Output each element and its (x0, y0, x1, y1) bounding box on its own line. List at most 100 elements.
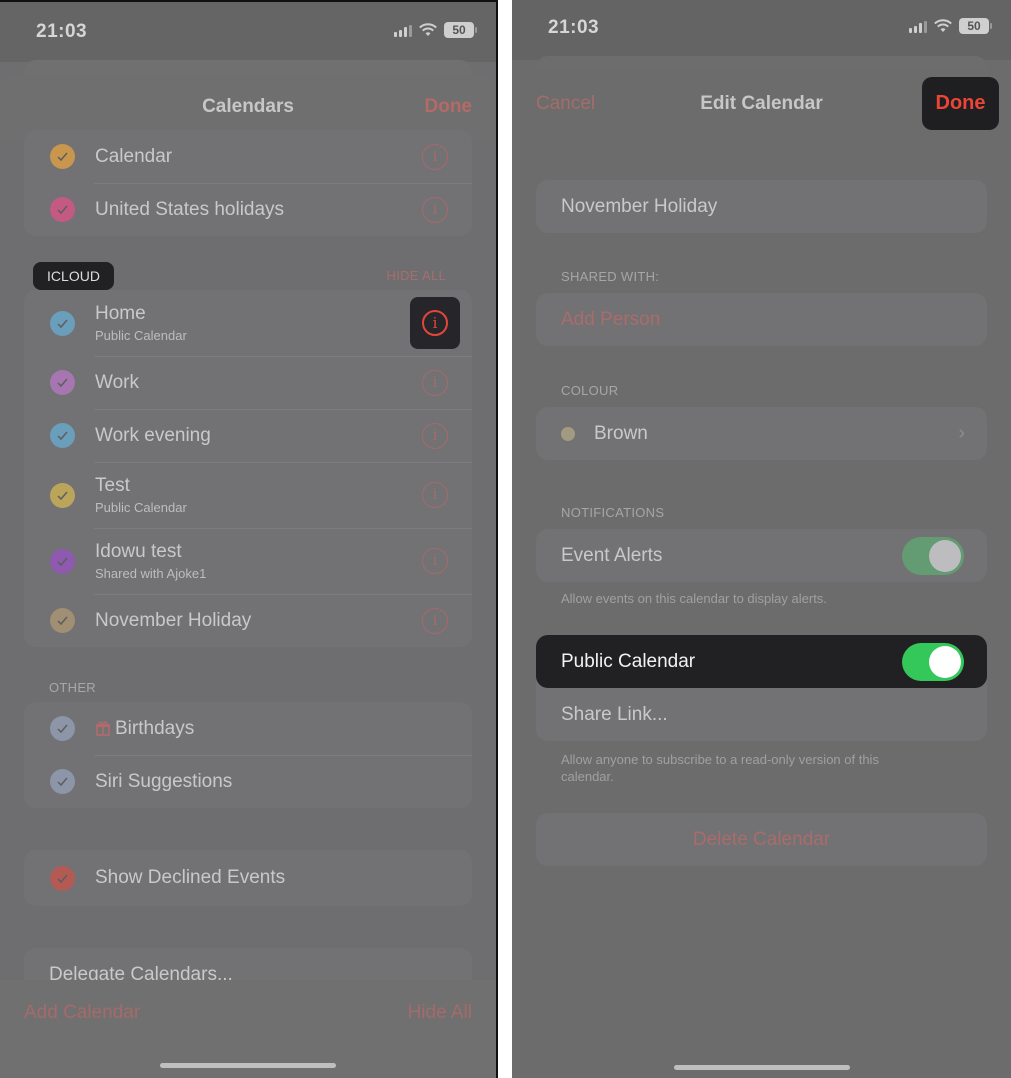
toggle-knob (929, 539, 961, 572)
birthdays-row[interactable]: Birthdays (24, 702, 472, 755)
public-calendar-toggle[interactable] (902, 642, 964, 681)
calendar-row[interactable]: Work i (24, 356, 472, 409)
calendar-subtitle: Public Calendar (95, 500, 187, 515)
done-button[interactable]: Done (425, 96, 473, 118)
event-alerts-row: Event Alerts (536, 529, 987, 582)
calendar-name: Calendar (95, 145, 173, 167)
info-icon[interactable]: i (422, 196, 448, 223)
calendar-name: Work (95, 371, 139, 393)
share-link-footer: Allow anyone to subscribe to a read-only… (561, 752, 879, 784)
info-icon[interactable]: i (422, 548, 448, 574)
share-link-button[interactable]: Share Link... (536, 688, 987, 741)
bottom-toolbar: Add Calendar Hide All (0, 980, 496, 1078)
nav-bar: Cancel Edit Calendar Done (512, 72, 1011, 140)
calendars-screen: 21:03 50 Calendars Done Calendar i Unite… (0, 0, 498, 1078)
event-alerts-toggle[interactable] (902, 536, 964, 575)
calendar-row[interactable]: Work evening i (24, 409, 472, 462)
siri-suggestions-row[interactable]: Siri Suggestions (24, 755, 472, 808)
checkmark-icon[interactable] (50, 370, 75, 395)
checkmark-icon[interactable] (50, 865, 75, 891)
chevron-right-icon: › (958, 422, 965, 444)
delete-calendar-button[interactable]: Delete Calendar (536, 813, 987, 866)
calendar-name: Test (95, 475, 130, 496)
info-icon[interactable]: i (422, 369, 448, 396)
checkmark-icon[interactable] (50, 608, 75, 633)
notifications-header: NOTIFICATIONS (561, 505, 665, 520)
other-calendars-group: Birthdays Siri Suggestions (24, 702, 472, 808)
shared-with-group: Add Person (536, 293, 987, 346)
calendar-row[interactable]: United States holidays i (24, 183, 472, 236)
status-time: 21:03 (36, 21, 88, 42)
event-alerts-label: Event Alerts (561, 544, 663, 566)
info-icon[interactable]: i (422, 143, 448, 170)
info-button-highlighted[interactable]: i (410, 297, 460, 349)
colour-value: Brown (594, 422, 648, 444)
calendar-row[interactable]: Idowu test Shared with Ajoke1 i (24, 528, 472, 594)
calendar-name: United States holidays (95, 198, 285, 220)
default-calendars-group: Calendar i United States holidays i (24, 130, 472, 236)
checkmark-icon[interactable] (50, 482, 75, 508)
add-calendar-button[interactable]: Add Calendar (24, 1002, 140, 1024)
info-icon[interactable]: i (422, 422, 448, 449)
status-time: 21:03 (548, 17, 600, 38)
calendar-name-field[interactable]: November Holiday (536, 180, 987, 233)
calendar-row[interactable]: Calendar i (24, 130, 472, 183)
calendar-name: November Holiday (95, 609, 252, 631)
colour-header: COLOUR (561, 383, 619, 398)
info-icon[interactable]: i (422, 482, 448, 508)
info-icon[interactable]: i (422, 310, 448, 336)
toggle-knob (929, 645, 961, 678)
calendar-name: Idowu test (95, 541, 182, 562)
calendar-name: Siri Suggestions (95, 770, 233, 792)
notifications-group: Event Alerts (536, 529, 987, 582)
delete-group: Delete Calendar (536, 813, 987, 866)
cellular-signal-icon (394, 23, 412, 37)
icloud-calendars-group: Home Public Calendar i Work i Work eveni… (24, 290, 472, 647)
public-calendar-label: Public Calendar (561, 650, 696, 672)
shared-with-header: SHARED WITH: (561, 269, 660, 284)
event-alerts-footer: Allow events on this calendar to display… (561, 591, 827, 606)
status-bar: 21:03 50 (0, 2, 496, 62)
home-indicator (160, 1063, 336, 1068)
checkmark-icon[interactable] (50, 310, 75, 336)
status-bar: 21:03 50 (512, 0, 1011, 60)
checkmark-icon[interactable] (50, 144, 75, 169)
declined-events-group: Show Declined Events (24, 850, 472, 906)
calendar-row[interactable]: Test Public Calendar i (24, 462, 472, 528)
battery-icon: 50 (959, 18, 992, 34)
calendar-name: Birthdays (115, 717, 195, 739)
add-person-button[interactable]: Add Person (536, 293, 987, 346)
wifi-icon (934, 19, 952, 32)
checkmark-icon[interactable] (50, 716, 75, 741)
calendar-name-group: November Holiday (536, 180, 987, 233)
hide-all-button[interactable]: Hide All (408, 1002, 472, 1024)
checkmark-icon[interactable] (50, 423, 75, 448)
wifi-icon (419, 23, 437, 36)
show-declined-events-label: Show Declined Events (95, 867, 286, 888)
share-link-label: Share Link... (561, 703, 668, 725)
home-indicator (673, 1065, 850, 1070)
battery-icon: 50 (444, 22, 477, 38)
checkmark-icon[interactable] (50, 197, 75, 222)
colour-swatch (561, 426, 575, 441)
checkmark-icon[interactable] (50, 548, 75, 574)
icloud-section-header: ICLOUD (33, 262, 114, 290)
calendar-row[interactable]: November Holiday i (24, 594, 472, 647)
colour-group: Brown › (536, 407, 987, 460)
calendar-subtitle: Shared with Ajoke1 (95, 566, 207, 581)
calendar-subtitle: Public Calendar (95, 328, 187, 343)
gift-icon (96, 720, 110, 736)
calendar-name: Home (95, 303, 146, 324)
done-button[interactable]: Done (922, 77, 999, 130)
icloud-hide-all-button[interactable]: HIDE ALL (387, 268, 446, 283)
other-section-header: OTHER (49, 680, 96, 695)
calendar-name: Work evening (95, 424, 211, 446)
edit-calendar-screen: 21:03 50 Cancel Edit Calendar Done Novem… (512, 0, 1011, 1078)
cellular-signal-icon (909, 19, 927, 33)
show-declined-events-row[interactable]: Show Declined Events (24, 850, 472, 906)
info-icon[interactable]: i (422, 607, 448, 634)
page-title: Calendars (202, 96, 294, 117)
calendar-row-home[interactable]: Home Public Calendar i (24, 290, 472, 356)
colour-row[interactable]: Brown › (536, 407, 987, 460)
checkmark-icon[interactable] (50, 769, 75, 794)
